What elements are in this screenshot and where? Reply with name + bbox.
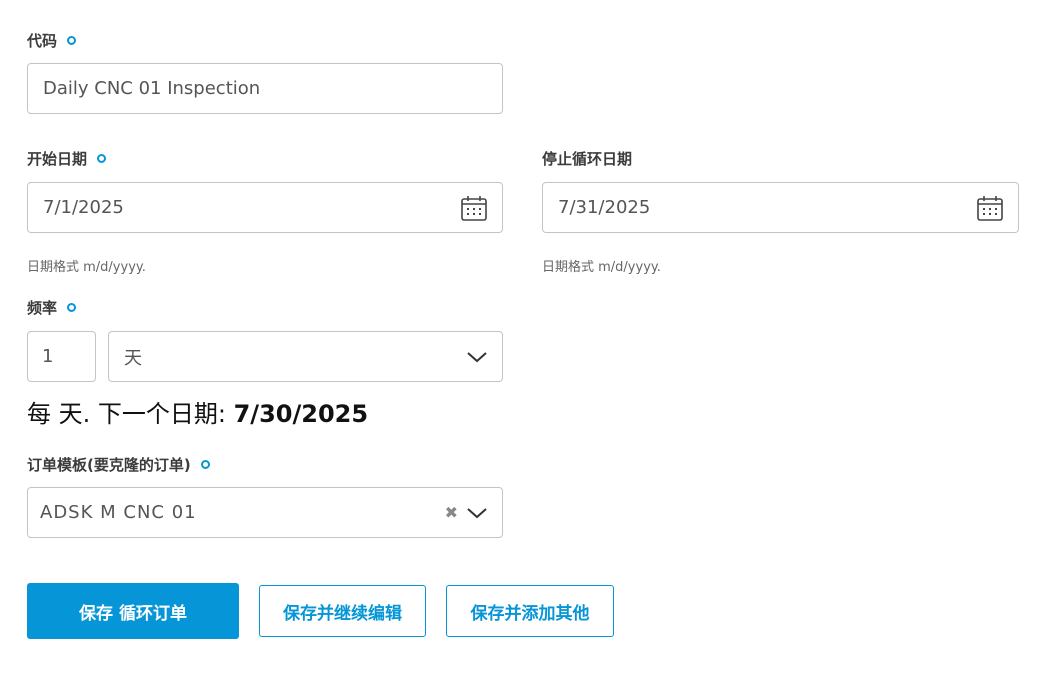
required-indicator-icon: [67, 36, 77, 45]
code-label-text: 代码: [27, 32, 58, 50]
calendar-icon[interactable]: [460, 194, 488, 222]
stop-date-hint: 日期格式 m/d/yyyy.: [542, 260, 661, 275]
frequency-count-value: 1: [42, 346, 54, 367]
start-date-label: 开始日期: [27, 148, 107, 169]
code-label: 代码: [27, 30, 77, 51]
summary-prefix: 每 天. 下一个日期:: [27, 400, 234, 428]
frequency-unit-value: 天: [124, 347, 142, 369]
frequency-unit-select[interactable]: 天: [108, 331, 503, 382]
save-and-add-another-button[interactable]: 保存并添加其他: [446, 585, 614, 637]
clear-icon[interactable]: ✖: [445, 503, 458, 522]
required-indicator-icon: [67, 303, 77, 312]
required-indicator-icon: [97, 154, 107, 163]
required-indicator-icon: [200, 460, 210, 469]
start-date-value: 7/1/2025: [43, 197, 124, 218]
start-date-label-text: 开始日期: [27, 150, 88, 168]
start-date-hint: 日期格式 m/d/yyyy.: [27, 260, 146, 275]
stop-date-label-text: 停止循环日期: [542, 150, 633, 168]
template-label: 订单模板(要克隆的订单): [27, 454, 210, 475]
code-input-value: Daily CNC 01 Inspection: [43, 78, 261, 99]
chevron-down-icon[interactable]: [466, 506, 488, 520]
chevron-down-icon: [467, 351, 487, 362]
frequency-label: 频率: [27, 297, 77, 318]
template-select[interactable]: ADSK M CNC 01 ✖: [27, 487, 503, 538]
stop-date-value: 7/31/2025: [558, 197, 651, 218]
recurrence-summary: 每 天. 下一个日期: 7/30/2025: [27, 394, 368, 429]
stop-date-input[interactable]: 7/31/2025: [542, 182, 1019, 233]
stop-date-label: 停止循环日期: [542, 148, 632, 169]
save-and-continue-button[interactable]: 保存并继续编辑: [259, 585, 426, 637]
template-value: ADSK M CNC 01: [40, 502, 197, 523]
start-date-input[interactable]: 7/1/2025: [27, 182, 503, 233]
save-recurring-order-button[interactable]: 保存 循环订单: [27, 583, 239, 639]
code-input[interactable]: Daily CNC 01 Inspection: [27, 63, 503, 114]
frequency-count-input[interactable]: 1: [27, 331, 96, 382]
calendar-icon[interactable]: [976, 194, 1004, 222]
next-date: 7/30/2025: [233, 400, 369, 428]
template-label-text: 订单模板(要克隆的订单): [27, 456, 191, 474]
frequency-label-text: 频率: [27, 299, 58, 317]
